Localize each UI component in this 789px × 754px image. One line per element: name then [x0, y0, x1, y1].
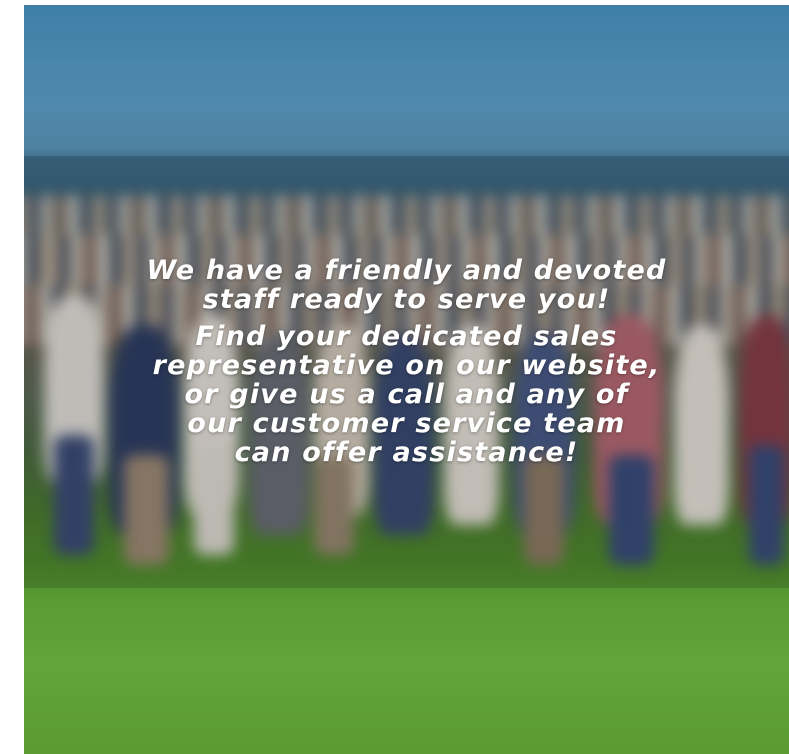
message-line: We have a friendly and devoted — [146, 255, 667, 286]
banner-message: We have a friendly and devoted staff rea… — [24, 256, 789, 467]
message-line: or give us a call and any of — [184, 379, 629, 410]
message-line: our customer service team — [187, 408, 626, 439]
message-line: staff ready to serve you! — [202, 284, 611, 315]
message-line: Find your dedicated sales — [195, 321, 618, 352]
message-line: can offer assistance! — [234, 437, 579, 468]
staff-banner: We have a friendly and devoted staff rea… — [24, 5, 789, 754]
message-line: representative on our website, — [152, 350, 661, 381]
